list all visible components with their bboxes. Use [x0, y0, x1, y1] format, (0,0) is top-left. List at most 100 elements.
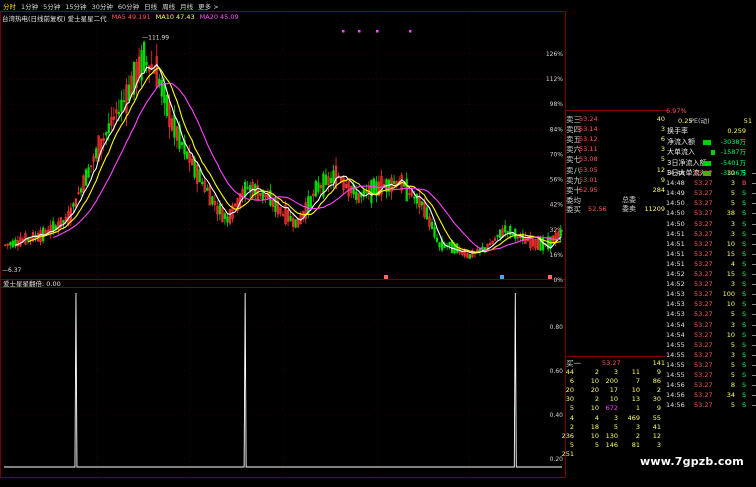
flow-label: 净流入额	[667, 137, 695, 146]
period-tab[interactable]: 30分钟	[92, 1, 113, 11]
tick-marker	[752, 203, 756, 205]
signal-marker	[358, 30, 361, 33]
candle-body	[84, 169, 88, 186]
orderbook-vol: 5	[660, 155, 665, 164]
tick-dir: S	[742, 249, 747, 258]
depth-cell: 12	[652, 431, 661, 440]
signal-marker	[342, 30, 345, 33]
candle-body	[52, 221, 55, 232]
depth-cell: 251	[561, 449, 574, 458]
depth-cell: 2	[635, 431, 640, 440]
pct-axis-label: 84%	[550, 126, 564, 133]
period-tab[interactable]: 15分钟	[65, 1, 86, 11]
depth-cell: 200	[605, 377, 618, 386]
candle-body	[42, 227, 45, 242]
tick-vol: 10	[726, 330, 735, 339]
tick-vol: 100	[722, 290, 735, 299]
candle-body	[243, 181, 247, 197]
tick-dir: S	[742, 219, 747, 228]
depth-cell: 41	[652, 422, 661, 431]
candle-body	[226, 216, 229, 223]
period-tab[interactable]: 月线	[180, 1, 193, 11]
tick-price: 53.27	[694, 340, 713, 349]
period-tab[interactable]: 5分钟	[43, 1, 60, 11]
tick-marker	[752, 324, 756, 326]
tick-dir: S	[742, 300, 747, 309]
depth-cell: 10	[590, 431, 599, 440]
tick-time: 14:51	[666, 239, 685, 248]
ma10-line	[27, 67, 561, 253]
depth-cell: 130	[605, 431, 618, 440]
period-tab[interactable]: 分时	[3, 1, 16, 11]
candle-body	[329, 178, 333, 184]
depth-cell: 17	[609, 386, 618, 395]
candle-body	[218, 203, 222, 215]
indicator-label: 爱士星星翻倍: 0.00	[3, 279, 61, 288]
candle-body	[120, 99, 123, 112]
legend-ma20: MA20 45.09	[199, 13, 239, 21]
candle-body	[160, 79, 163, 97]
tick-vol: 10	[726, 169, 735, 177]
tick-dir: S	[742, 169, 747, 177]
tick-price: 53.27	[694, 330, 713, 339]
signal-marker	[376, 30, 379, 33]
kline-chart[interactable]: 126%112%98%84%70%56%42%32%16%0%—111.99—6…	[0, 0, 566, 487]
tick-time: 14:55	[666, 360, 685, 369]
depth-cell: 5	[569, 440, 574, 449]
panel-divider	[566, 356, 666, 357]
candle-body	[511, 233, 514, 235]
tick-price: 53.27	[694, 360, 713, 369]
tick-time: 14:52	[666, 280, 685, 289]
candle-body	[309, 196, 312, 208]
orderbook-summary-end: 委卖	[622, 205, 636, 213]
min-price-label: —6.37	[2, 267, 22, 274]
period-tabs: 分时 1分钟 5分钟 15分钟 30分钟 60分钟 日线 周线 月线 更多 >	[0, 0, 569, 11]
pct-axis-label: 42%	[550, 202, 564, 209]
depth-cell: 2	[594, 395, 599, 404]
candle-body	[496, 234, 499, 237]
tick-price: 53.27	[694, 310, 713, 319]
depth-cell: 469	[627, 413, 640, 422]
ma20-line	[53, 82, 561, 251]
tick-time: 14:51	[666, 249, 685, 258]
candle-body	[198, 169, 201, 183]
period-tab[interactable]: 1分钟	[21, 1, 38, 11]
flow-header: 51	[743, 117, 752, 125]
period-tab[interactable]: 日线	[144, 1, 157, 11]
candle-body	[180, 142, 184, 145]
tick-marker	[752, 233, 756, 235]
tick-marker	[752, 213, 756, 215]
candle-body	[95, 148, 98, 159]
period-tab[interactable]: 60分钟	[118, 1, 139, 11]
period-tab[interactable]: 更多 >	[198, 1, 219, 11]
tick-time: 14:52	[666, 270, 685, 278]
legend-ma10: MA10 47.43	[155, 13, 195, 21]
tick-price: 53.27	[694, 189, 713, 198]
orderbook-price: 53.24	[579, 115, 598, 123]
tick-marker	[752, 263, 756, 265]
tick-marker	[752, 354, 756, 356]
depth-cell: 4	[594, 413, 599, 422]
depth-cell: 2	[594, 368, 599, 376]
depth-cell: 44	[565, 368, 574, 376]
depth-cell: 3	[613, 368, 618, 376]
orderbook-summary-label: 委买	[566, 205, 581, 214]
tick-price: 53.27	[694, 209, 713, 218]
candle-body	[185, 151, 189, 159]
orderbook-vol: 40	[656, 115, 665, 123]
tick-marker	[752, 253, 756, 255]
candle-body	[362, 189, 365, 196]
candle-body	[163, 83, 166, 103]
depth-cell: 672	[605, 404, 618, 413]
tick-dir: S	[742, 320, 747, 329]
depth-cell: 10	[631, 386, 640, 395]
tick-dir: S	[742, 350, 747, 359]
orderbook-vol: 284	[652, 185, 665, 194]
tick-time: 14:51	[666, 259, 685, 268]
candle-body	[468, 254, 471, 259]
tick-dir: B	[742, 179, 747, 188]
pct-axis-label: 112%	[546, 76, 563, 83]
period-tab[interactable]: 周线	[162, 1, 175, 11]
candle-body	[158, 78, 161, 86]
tick-marker	[752, 344, 756, 346]
